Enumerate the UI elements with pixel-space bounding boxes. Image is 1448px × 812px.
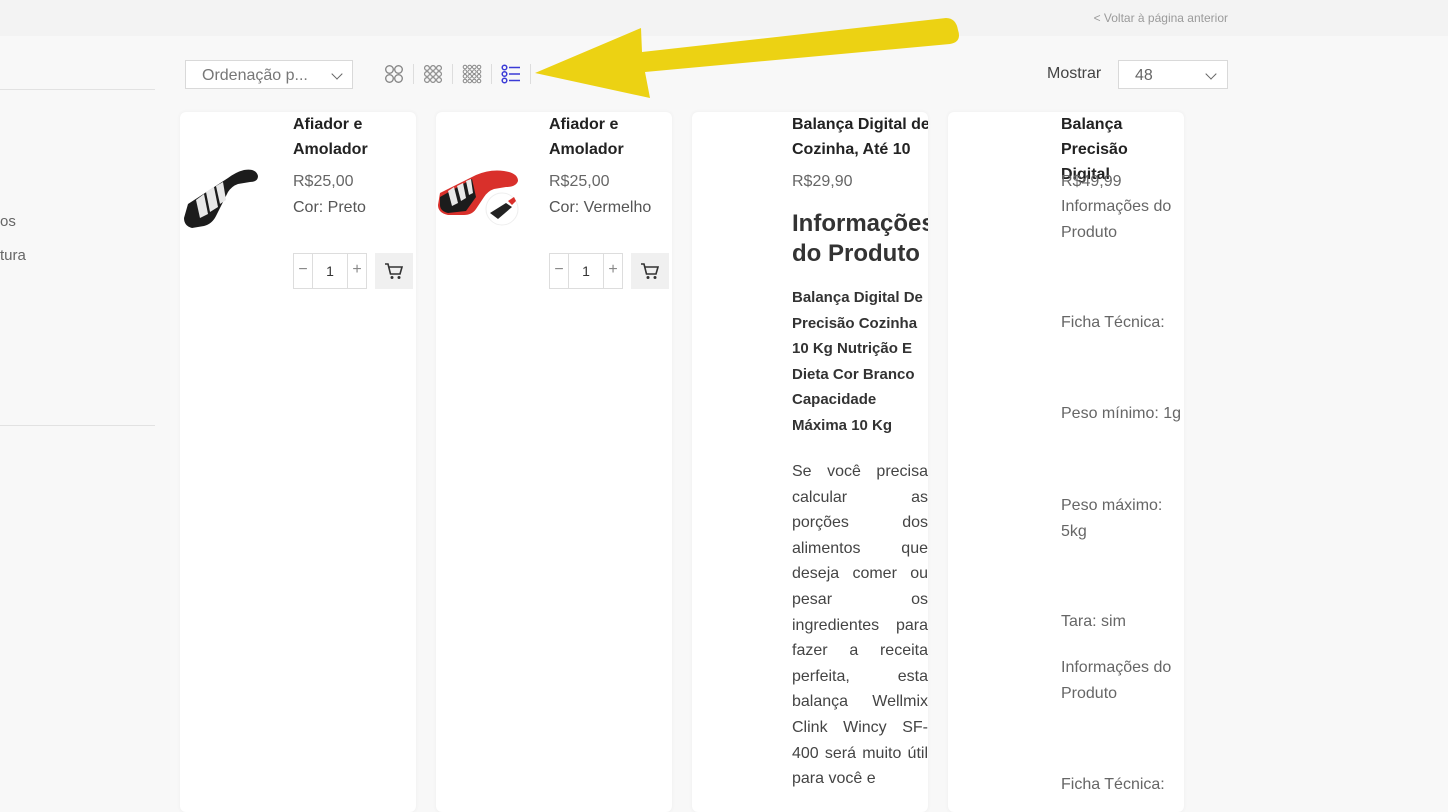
spec-line: Ficha Técnica: (1061, 314, 1165, 331)
product-color: Cor: Vermelho (549, 199, 652, 216)
sort-select[interactable]: Ordenação p... (185, 60, 353, 89)
sort-value: Ordenação p... (202, 67, 308, 84)
back-link[interactable]: < Voltar à página anterior (1094, 11, 1228, 25)
product-card[interactable]: Balança Digital de Cozinha, Até 10 R$29,… (692, 112, 928, 812)
show-label: Mostrar (1047, 65, 1102, 82)
per-page-value: 48 (1135, 67, 1153, 84)
product-name[interactable]: Balança Digital de Cozinha, Até 10 (792, 112, 928, 162)
add-to-cart-button[interactable] (631, 253, 669, 289)
quantity-value[interactable]: 1 (312, 254, 348, 288)
spec-line: Peso mínimo: 1g (1061, 405, 1182, 422)
grid-3-icon[interactable] (423, 64, 443, 84)
decrease-qty-button[interactable]: − (550, 254, 569, 288)
add-to-cart-button[interactable] (375, 253, 413, 289)
increase-qty-button[interactable]: + (603, 254, 622, 288)
view-separator (530, 64, 531, 84)
sidebar-divider (0, 425, 155, 426)
sidebar-divider (0, 89, 155, 90)
spec-line: Informações do Produto (1061, 659, 1172, 702)
product-image[interactable] (182, 162, 262, 232)
cart-icon (641, 263, 660, 279)
view-separator (491, 64, 492, 84)
view-separator (413, 64, 414, 84)
top-bar: < Voltar à página anterior (0, 0, 1448, 36)
product-image[interactable] (436, 167, 522, 227)
spec-line: Informações do Produto (1061, 198, 1172, 241)
description-heading: Balança Digital De Precisão Cozinha 10 K… (792, 289, 923, 434)
grid-2-icon[interactable] (384, 64, 404, 84)
cart-icon (385, 263, 404, 279)
product-price: R$29,90 (792, 173, 853, 190)
quantity-stepper[interactable]: − 1 + (549, 253, 623, 289)
product-card[interactable]: Afiador e Amolador R$25,00 Cor: Vermelho… (436, 112, 672, 812)
spec-line: Ficha Técnica: (1061, 776, 1165, 793)
decrease-qty-button[interactable]: − (294, 254, 313, 288)
description-title: Informações do Produto (792, 210, 928, 267)
chevron-down-icon (331, 68, 343, 80)
product-name[interactable]: Afiador e Amolador (549, 112, 672, 162)
spec-line: Peso máximo: 5kg (1061, 497, 1163, 540)
chevron-down-icon (1205, 68, 1217, 80)
per-page-select[interactable]: 48 (1118, 60, 1228, 89)
quantity-value[interactable]: 1 (568, 254, 604, 288)
list-view-icon[interactable] (501, 64, 521, 84)
sidebar-item[interactable]: tura (0, 247, 26, 264)
product-price: R$49,99 (1061, 173, 1122, 190)
quantity-stepper[interactable]: − 1 + (293, 253, 367, 289)
spec-line: Tara: sim (1061, 613, 1126, 630)
view-separator (452, 64, 453, 84)
product-price: R$25,00 (549, 173, 610, 190)
product-card[interactable]: Balança Precisão Digital R$49,99 Informa… (948, 112, 1184, 812)
product-name[interactable]: Afiador e Amolador (293, 112, 416, 162)
product-card[interactable]: Afiador e Amolador R$25,00 Cor: Preto − … (180, 112, 416, 812)
product-price: R$25,00 (293, 173, 354, 190)
sidebar-item[interactable]: os (0, 213, 16, 230)
description-text: Se você precisa calcular as porções dos … (792, 463, 928, 788)
product-color: Cor: Preto (293, 199, 366, 216)
grid-4-icon[interactable] (462, 64, 482, 84)
increase-qty-button[interactable]: + (347, 254, 366, 288)
